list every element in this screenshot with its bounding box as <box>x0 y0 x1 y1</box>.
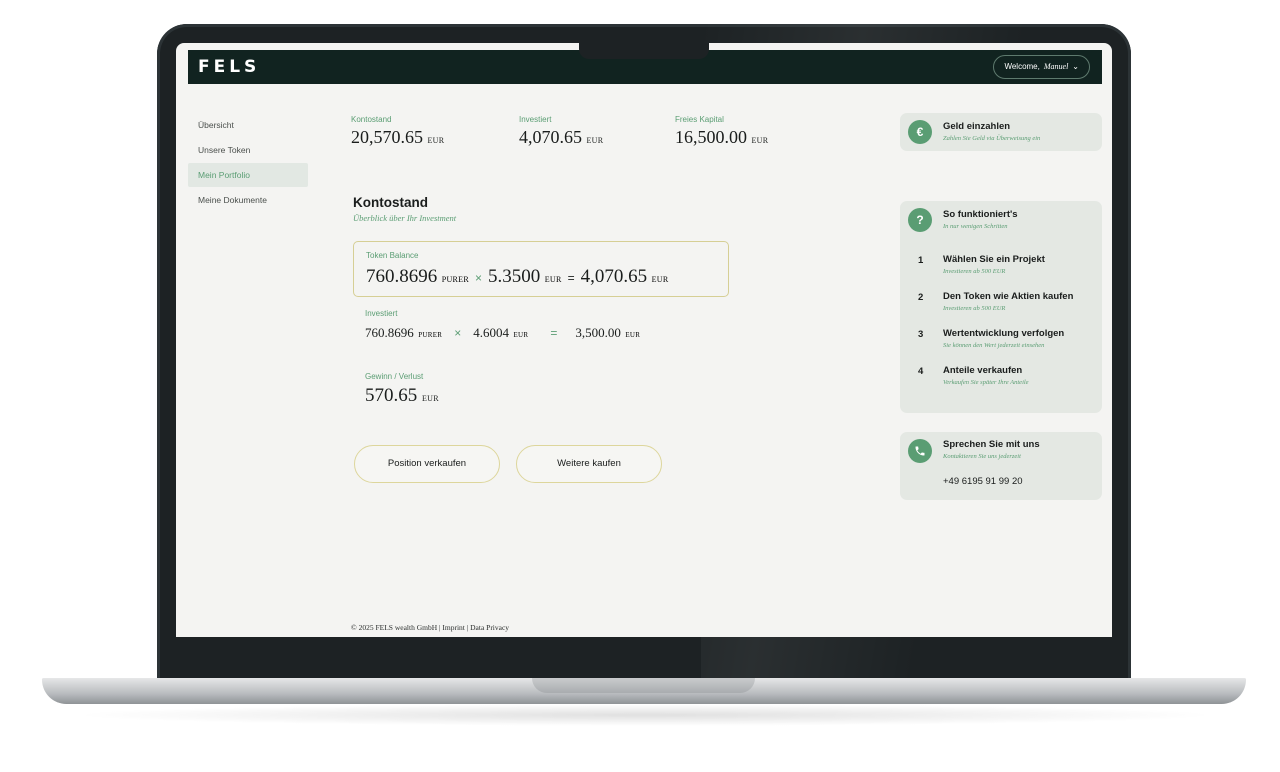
phone-icon[interactable] <box>908 439 932 463</box>
stat-value: 20,570.65 EUR <box>351 127 444 148</box>
sidebar: Übersicht Unsere Token Mein Portfolio Me… <box>188 113 308 213</box>
deposit-subtitle: Zahlen Sie Geld via Überweisung ein <box>943 135 1041 142</box>
footer: © 2025 FELS wealth GmbH | Imprint | Data… <box>351 623 510 632</box>
invested-label: Investiert <box>365 309 398 318</box>
step-title: Anteile verkaufen <box>943 365 1023 376</box>
profit-amount: 570.65 <box>365 385 418 406</box>
section-title: Kontostand <box>353 195 428 210</box>
stat-unit: EUR <box>427 132 445 146</box>
sidebar-item-portfolio[interactable]: Mein Portfolio <box>188 163 308 187</box>
euro-icon: € <box>908 120 932 144</box>
price-unit: EUR <box>544 273 562 285</box>
invested-amount-unit: PURER <box>418 329 443 340</box>
phone-number[interactable]: +49 6195 91 99 20 <box>943 476 1023 487</box>
stat-freies-kapital: Freies Kapital 16,500.00 EUR <box>675 115 768 148</box>
laptop-shadow <box>70 704 1220 726</box>
phone-icon-glyph <box>915 446 925 456</box>
invested-total-unit: EUR <box>625 329 641 340</box>
step-number: 2 <box>918 292 924 303</box>
contact-card: Sprechen Sie mit uns Kontaktieren Sie un… <box>900 432 1102 500</box>
how-it-works-card: ? So funktioniert's In nur wenigen Schri… <box>900 201 1102 413</box>
stat-investiert: Investiert 4,070.65 EUR <box>519 115 603 148</box>
sidebar-item-tokens[interactable]: Unsere Token <box>188 138 308 162</box>
section-subtitle: Überblick über Ihr Investment <box>353 213 457 223</box>
stat-unit: EUR <box>751 132 769 146</box>
step-subtitle: Verkaufen Sie später Ihre Anteile <box>943 379 1029 386</box>
invested-total: 3,500.00 <box>575 325 621 340</box>
step-subtitle: Investieren ab 500 EUR <box>943 268 1006 275</box>
sidebar-item-documents[interactable]: Meine Dokumente <box>188 188 308 212</box>
invested-amount: 760.8696 <box>365 325 414 340</box>
token-balance-calculation: 760.8696 PURER × 5.3500 EUR = 4,070.65 E… <box>366 266 669 288</box>
stat-label: Investiert <box>519 115 552 124</box>
chevron-down-icon: ⌄ <box>1072 62 1079 71</box>
stat-label: Freies Kapital <box>675 115 724 124</box>
step-number: 4 <box>918 366 924 377</box>
step-title: Den Token wie Aktien kaufen <box>943 291 1074 302</box>
fels-logo[interactable]: FELS <box>198 57 260 77</box>
invested-price: 4.6004 <box>473 325 510 340</box>
user-menu-button[interactable]: Welcome, Manuel ⌄ <box>993 55 1090 79</box>
buy-more-button[interactable]: Weitere kaufen <box>516 445 662 483</box>
token-balance-label: Token Balance <box>366 251 419 260</box>
times-sign: × <box>454 326 462 340</box>
step-subtitle: Investieren ab 500 EUR <box>943 305 1006 312</box>
stat-unit: EUR <box>586 132 604 146</box>
stat-amount: 20,570.65 <box>351 127 423 147</box>
token-amount: 760.8696 <box>366 266 438 287</box>
stat-value: 16,500.00 EUR <box>675 127 768 148</box>
stat-kontostand: Kontostand 20,570.65 EUR <box>351 115 444 148</box>
welcome-prefix: Welcome, <box>1004 62 1040 71</box>
deposit-title: Geld einzahlen <box>943 121 1011 132</box>
step-number: 3 <box>918 329 924 340</box>
step-number: 1 <box>918 255 924 266</box>
invested-calculation: 760.8696 PURER × 4.6004 EUR = 3,500.00 E… <box>365 324 640 342</box>
stat-amount: 4,070.65 <box>519 127 582 147</box>
question-icon: ? <box>908 208 932 232</box>
stat-amount: 16,500.00 <box>675 127 747 147</box>
laptop-base-notch <box>532 678 755 693</box>
step-title: Wählen Sie ein Projekt <box>943 254 1045 265</box>
how-it-works-title: So funktioniert's <box>943 209 1018 220</box>
stat-label: Kontostand <box>351 115 392 124</box>
token-unit: PURER <box>441 273 469 285</box>
profit-label: Gewinn / Verlust <box>365 372 424 381</box>
app-screen: FELS Welcome, Manuel ⌄ Übersicht Unsere … <box>176 43 1112 637</box>
contact-subtitle: Kontaktieren Sie uns jederzeit <box>943 453 1021 460</box>
equals-sign: = <box>567 271 575 285</box>
deposit-card[interactable]: € Geld einzahlen Zahlen Sie Geld via Übe… <box>900 113 1102 151</box>
token-balance-card: Token Balance 760.8696 PURER × 5.3500 EU… <box>353 241 729 297</box>
how-it-works-subtitle: In nur wenigen Schritten <box>943 223 1008 230</box>
camera-notch <box>579 43 709 59</box>
profit-value: 570.65 EUR <box>365 385 439 407</box>
user-name: Manuel <box>1043 62 1069 71</box>
total-unit: EUR <box>651 273 669 285</box>
sell-position-button[interactable]: Position verkaufen <box>354 445 500 483</box>
sidebar-item-overview[interactable]: Übersicht <box>188 113 308 137</box>
step-title: Wertentwicklung verfolgen <box>943 328 1065 339</box>
contact-title: Sprechen Sie mit uns <box>943 439 1040 450</box>
step-subtitle: Sie können den Wert jederzeit einsehen <box>943 342 1045 349</box>
stat-value: 4,070.65 EUR <box>519 127 603 148</box>
token-price: 5.3500 <box>488 266 541 287</box>
equals-sign: = <box>550 326 558 340</box>
times-sign: × <box>475 271 483 285</box>
profit-unit: EUR <box>422 390 439 404</box>
invested-price-unit: EUR <box>513 329 529 340</box>
token-total: 4,070.65 <box>580 266 648 287</box>
